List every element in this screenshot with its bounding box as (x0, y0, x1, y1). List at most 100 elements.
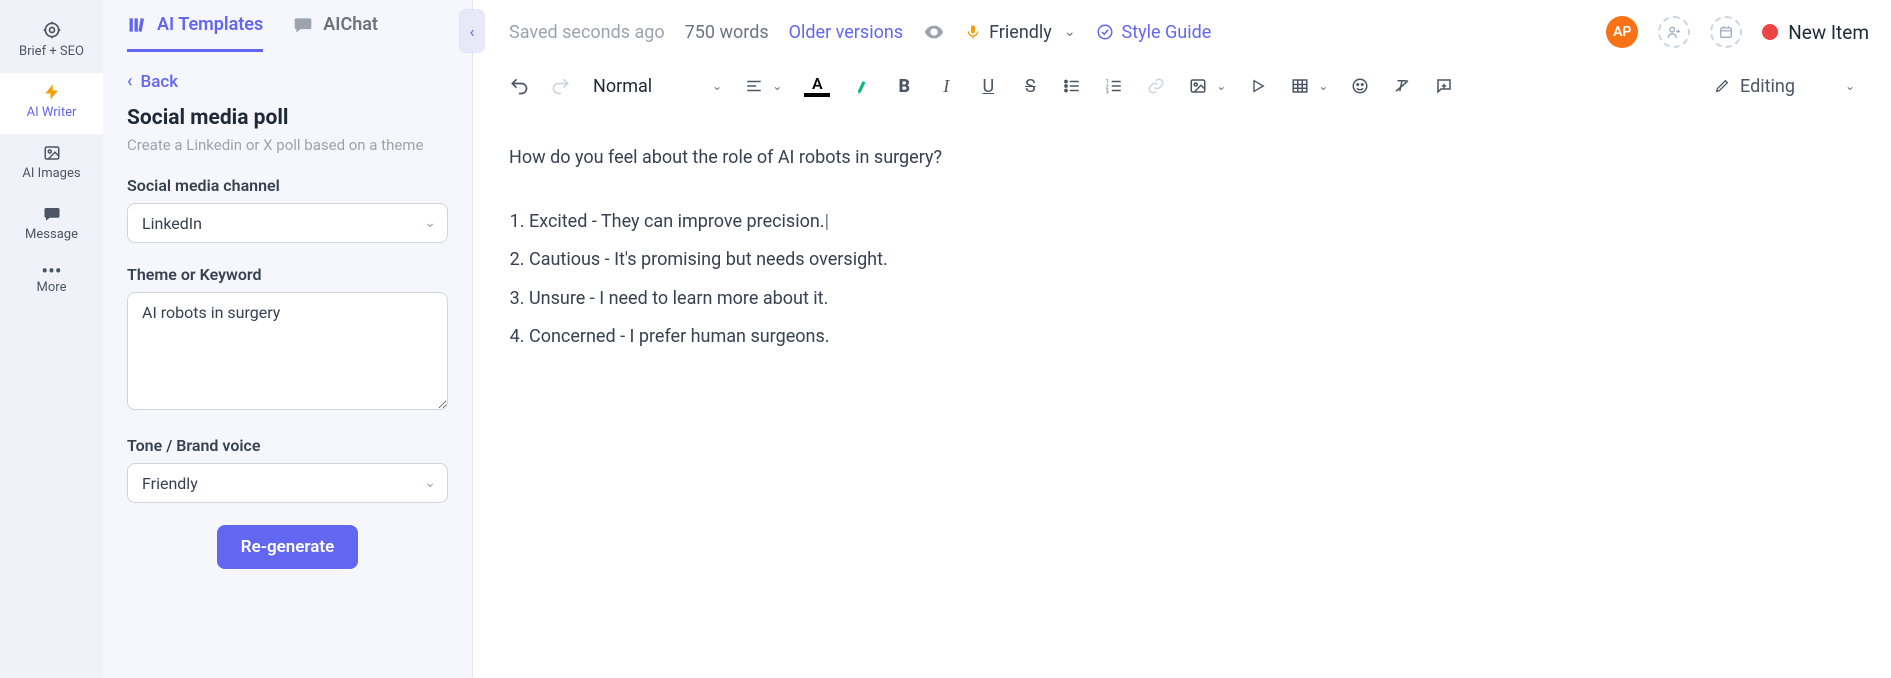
chevron-down-icon: ⌄ (1064, 24, 1076, 40)
check-badge-icon (1096, 23, 1114, 41)
chevron-down-icon: ⌄ (1845, 79, 1855, 93)
insert-video-button[interactable] (1248, 72, 1268, 100)
paragraph-style-select[interactable]: Normal ⌄ (593, 76, 722, 97)
new-item-button[interactable]: New Item (1762, 21, 1869, 44)
italic-button[interactable]: I (936, 72, 956, 100)
rail-label: Message (25, 227, 78, 242)
paragraph-style-label: Normal (593, 76, 652, 97)
chat-bubble-icon (293, 15, 313, 35)
library-icon (127, 15, 147, 35)
rail-label: AI Writer (27, 105, 77, 120)
panel-body: ‹ Back Social media poll Create a Linked… (103, 53, 472, 593)
poll-question: How do you feel about the role of AI rob… (509, 141, 1855, 175)
eye-icon[interactable] (923, 21, 945, 43)
new-item-label: New Item (1788, 21, 1869, 44)
bullet-list-button[interactable] (1062, 72, 1082, 100)
bolt-icon (43, 83, 61, 101)
undo-button[interactable] (509, 72, 529, 100)
rail-brief-seo[interactable]: Brief + SEO (0, 10, 103, 73)
chevron-down-icon[interactable]: ⌄ (1318, 79, 1328, 93)
poll-option: Unsure - I need to learn more about it. (529, 282, 1855, 316)
document-content[interactable]: How do you feel about the role of AI rob… (473, 117, 1891, 382)
rail-ai-writer[interactable]: AI Writer (0, 73, 103, 134)
ellipsis-icon: ••• (41, 266, 61, 276)
chevron-down-icon[interactable]: ⌄ (772, 79, 782, 93)
channel-select-wrap: ⌄ (127, 203, 448, 243)
style-guide-label: Style Guide (1122, 22, 1212, 43)
strikethrough-button[interactable]: S (1020, 72, 1040, 100)
channel-select[interactable] (127, 203, 448, 243)
highlight-button[interactable] (852, 72, 872, 100)
rail-message[interactable]: Message (0, 195, 103, 256)
chevron-left-icon: ‹ (470, 22, 475, 41)
svg-text:3: 3 (1106, 90, 1109, 96)
theme-label: Theme or Keyword (127, 265, 448, 284)
tone-selector[interactable]: Friendly ⌄ (965, 22, 1075, 43)
poll-option: Concerned - I prefer human surgeons. (529, 320, 1855, 354)
template-panel: ‹ AI Templates AIChat ‹ Back Social medi… (103, 0, 473, 678)
style-guide-link[interactable]: Style Guide (1096, 22, 1212, 43)
tone-select[interactable] (127, 463, 448, 503)
bold-button[interactable]: B (894, 72, 914, 100)
older-versions-link[interactable]: Older versions (789, 22, 903, 43)
record-dot-icon (1762, 24, 1778, 40)
emoji-button[interactable] (1350, 72, 1370, 100)
tone-label: Tone / Brand voice (127, 436, 448, 455)
editing-label: Editing (1740, 76, 1795, 97)
calendar-icon (1719, 25, 1733, 39)
theme-textarea[interactable] (127, 292, 448, 410)
tab-aichat[interactable]: AIChat (293, 14, 378, 52)
font-color-button[interactable]: A (804, 72, 830, 100)
chevron-down-icon[interactable]: ⌄ (1216, 79, 1226, 93)
editor-toolbar: Normal ⌄ ⌄ A B I U S 123 (473, 68, 1891, 117)
image-icon (43, 144, 61, 162)
word-count: 750 words (685, 22, 769, 43)
target-icon (42, 20, 62, 40)
poll-options: Excited - They can improve precision. Ca… (509, 205, 1855, 354)
tone-select-wrap: ⌄ (127, 463, 448, 503)
link-button[interactable] (1146, 72, 1166, 100)
schedule-button[interactable] (1710, 16, 1742, 48)
numbered-list-button[interactable]: 123 (1104, 72, 1124, 100)
tone-label: Friendly (989, 22, 1052, 43)
highlighter-icon (851, 74, 874, 97)
poll-option-text: Excited - They can improve precision. (529, 211, 829, 232)
tab-ai-templates[interactable]: AI Templates (127, 14, 263, 52)
poll-option: Cautious - It's promising but needs over… (529, 243, 1855, 277)
top-bar: Saved seconds ago 750 words Older versio… (473, 0, 1891, 68)
panel-description: Create a Linkedin or X poll based on a t… (127, 136, 448, 154)
poll-option: Excited - They can improve precision. (529, 205, 1855, 239)
rail-label: More (37, 280, 67, 295)
align-button[interactable] (744, 72, 764, 100)
left-rail: Brief + SEO AI Writer AI Images Message … (0, 0, 103, 678)
regenerate-button[interactable]: Re-generate (217, 525, 358, 569)
chevron-down-icon: ⌄ (712, 79, 722, 93)
rail-label: Brief + SEO (19, 44, 84, 59)
back-link[interactable]: ‹ Back (127, 71, 448, 92)
comment-button[interactable] (1434, 72, 1454, 100)
collapse-panel-button[interactable]: ‹ (460, 10, 484, 52)
main-area: Saved seconds ago 750 words Older versio… (473, 0, 1891, 678)
rail-label: AI Images (22, 166, 80, 181)
rail-more[interactable]: ••• More (0, 256, 103, 309)
back-label: Back (141, 72, 179, 92)
panel-tabs: AI Templates AIChat (103, 0, 472, 53)
microphone-icon (965, 22, 981, 42)
redo-button[interactable] (551, 72, 571, 100)
clear-formatting-button[interactable] (1392, 72, 1412, 100)
insert-table-button[interactable] (1290, 72, 1310, 100)
font-color-icon: A (804, 76, 830, 97)
add-collaborator-button[interactable] (1658, 16, 1690, 48)
user-plus-icon (1667, 25, 1681, 39)
chat-icon (43, 205, 61, 223)
pencil-icon (1714, 78, 1730, 94)
editing-mode-select[interactable]: Editing ⌄ (1714, 76, 1855, 97)
chevron-left-icon: ‹ (127, 71, 133, 92)
user-avatar[interactable]: AP (1606, 16, 1638, 48)
tab-label: AI Templates (157, 14, 263, 35)
panel-title: Social media poll (127, 106, 448, 130)
underline-button[interactable]: U (978, 72, 998, 100)
rail-ai-images[interactable]: AI Images (0, 134, 103, 195)
save-status: Saved seconds ago (509, 22, 665, 43)
insert-image-button[interactable] (1188, 72, 1208, 100)
